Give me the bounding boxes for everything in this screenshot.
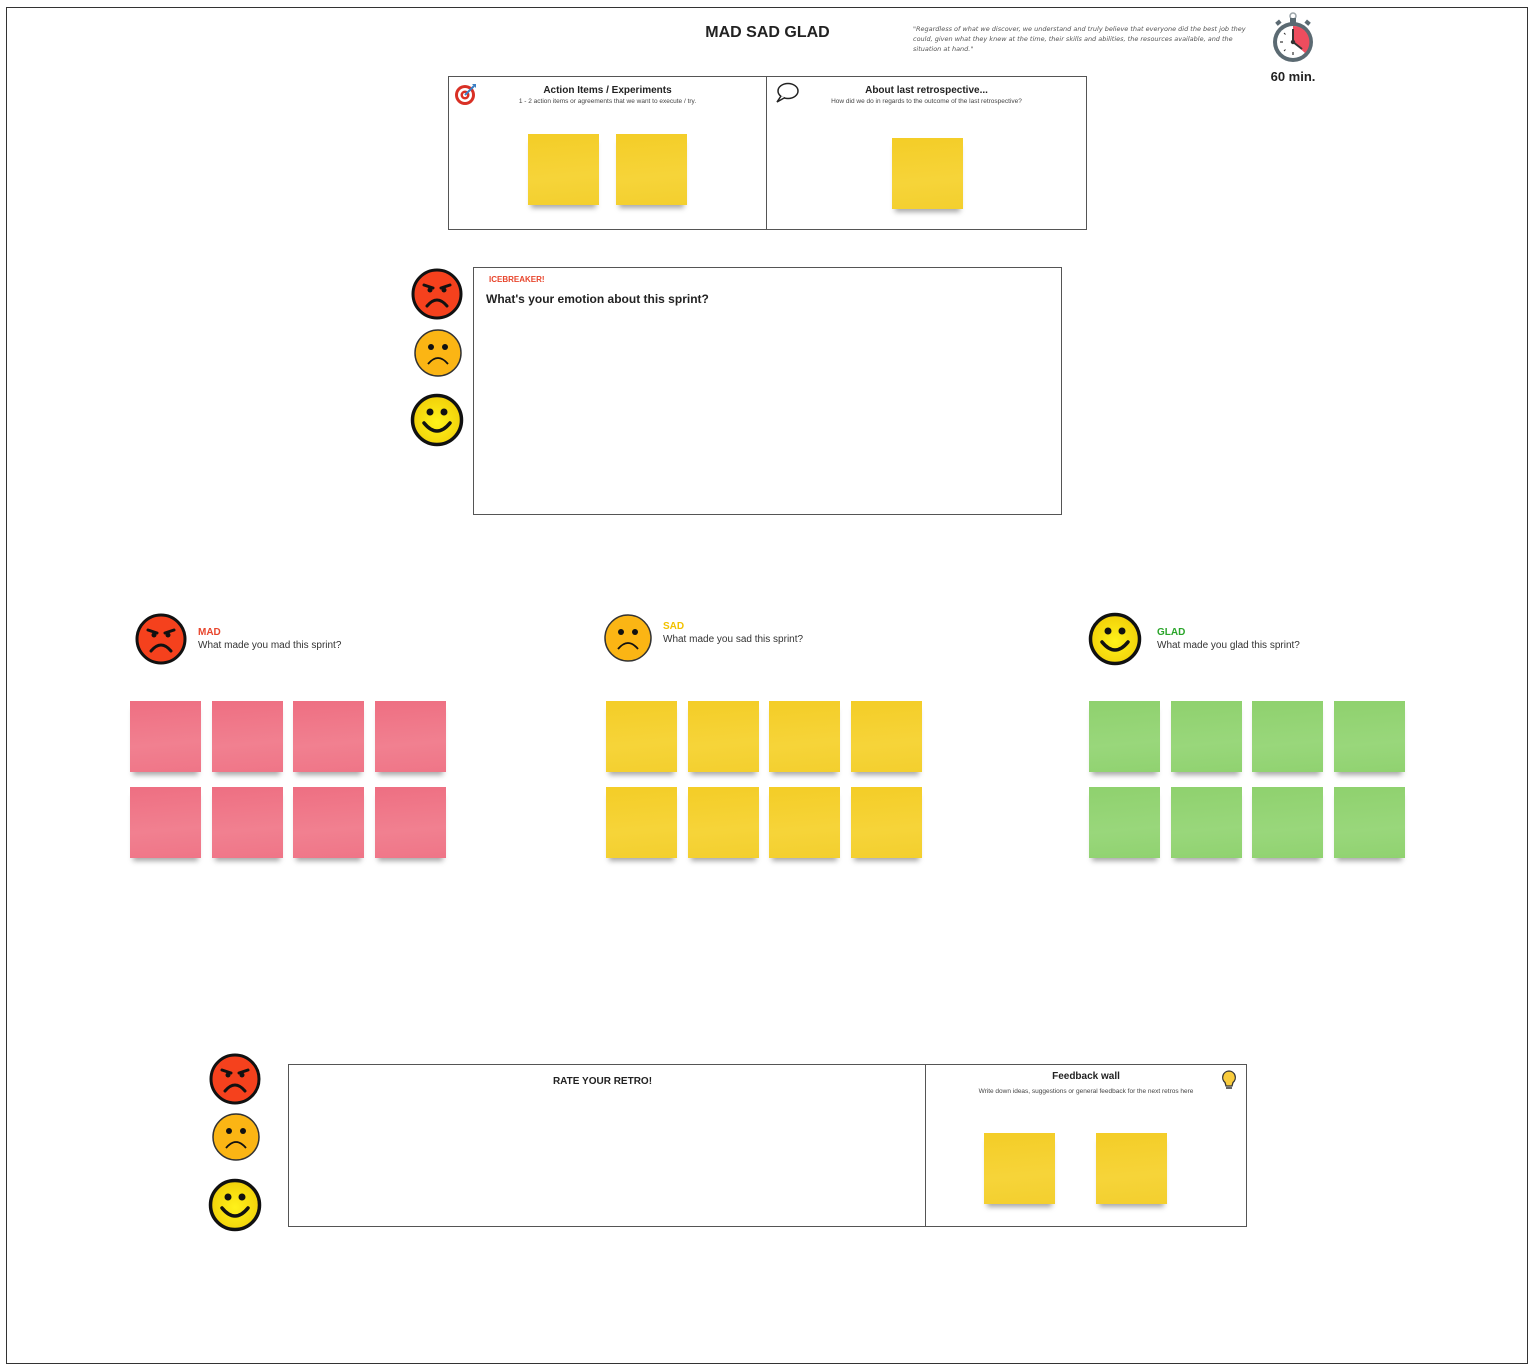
sad-face-icon [603, 613, 653, 668]
rate-retro-frame: RATE YOUR RETRO! [288, 1064, 927, 1227]
timer-label: 60 min. [1270, 69, 1316, 84]
sticky-note[interactable] [1252, 787, 1323, 858]
sticky-note[interactable] [616, 134, 687, 205]
sticky-note[interactable] [374, 787, 446, 858]
glad-label: GLAD [1157, 627, 1186, 638]
last-retro-title: About last retrospective... [865, 85, 988, 96]
icebreaker-question: What's your emotion about this sprint? [486, 292, 709, 306]
sticky-note[interactable] [850, 701, 922, 772]
sticky-note[interactable] [293, 701, 364, 772]
sticky-note[interactable] [130, 701, 201, 772]
sticky-note[interactable] [769, 701, 840, 772]
sticky-note[interactable] [984, 1133, 1055, 1204]
sad-label: SAD [663, 621, 685, 632]
sticky-note[interactable] [687, 701, 759, 772]
sticky-note[interactable] [892, 138, 963, 209]
sticky-note[interactable] [528, 134, 599, 205]
sticky-note[interactable] [606, 701, 677, 772]
sticky-note[interactable] [130, 787, 201, 858]
sticky-note[interactable] [374, 701, 446, 772]
feedback-wall-frame: Feedback wall Write down ideas, suggesti… [925, 1064, 1247, 1227]
stopwatch-icon[interactable] [1270, 12, 1316, 64]
sticky-note[interactable] [211, 701, 283, 772]
sticky-note[interactable] [1170, 701, 1242, 772]
prime-directive-quote: "Regardless of what we discover, we unde… [913, 25, 1246, 53]
sticky-note[interactable] [211, 787, 283, 858]
sticky-note[interactable] [293, 787, 364, 858]
board-title: MAD SAD GLAD [705, 24, 830, 41]
action-items-frame: Action Items / Experiments 1 - 2 action … [448, 76, 767, 230]
action-items-title: Action Items / Experiments [543, 85, 672, 96]
sticky-note[interactable] [1170, 787, 1242, 858]
rate-retro-title: RATE YOUR RETRO! [552, 1076, 653, 1087]
lightbulb-icon [1221, 1070, 1237, 1095]
last-retro-frame: About last retrospective... How did we d… [766, 76, 1087, 230]
action-items-subtitle: 1 - 2 action items or agreements that we… [518, 98, 697, 105]
sticky-note[interactable] [1333, 787, 1405, 858]
happy-face-icon[interactable] [410, 393, 464, 452]
sad-face-icon[interactable] [413, 328, 463, 383]
icebreaker-tag: ICEBREAKER! [489, 275, 545, 284]
sticky-note[interactable] [1096, 1133, 1167, 1204]
sticky-note[interactable] [1089, 787, 1160, 858]
sticky-note[interactable] [769, 787, 840, 858]
angry-face-icon [135, 613, 187, 670]
sticky-note[interactable] [1333, 701, 1405, 772]
sad-question: What made you sad this sprint? [663, 634, 804, 645]
feedback-wall-title: Feedback wall [1052, 1071, 1120, 1082]
last-retro-subtitle: How did we do in regards to the outcome … [831, 98, 1022, 105]
happy-face-icon [1088, 612, 1142, 671]
sticky-note[interactable] [606, 787, 677, 858]
sad-face-icon[interactable] [211, 1112, 261, 1167]
sticky-note[interactable] [850, 787, 922, 858]
angry-face-icon[interactable] [411, 268, 463, 325]
happy-face-icon[interactable] [208, 1178, 262, 1237]
sticky-note[interactable] [687, 787, 759, 858]
glad-question: What made you glad this sprint? [1157, 640, 1300, 651]
mad-label: MAD [198, 627, 221, 638]
feedback-wall-subtitle: Write down ideas, suggestions or general… [978, 1088, 1194, 1095]
sticky-note[interactable] [1089, 701, 1160, 772]
sticky-note[interactable] [1252, 701, 1323, 772]
angry-face-icon[interactable] [209, 1053, 261, 1110]
mad-question: What made you mad this sprint? [198, 640, 342, 651]
